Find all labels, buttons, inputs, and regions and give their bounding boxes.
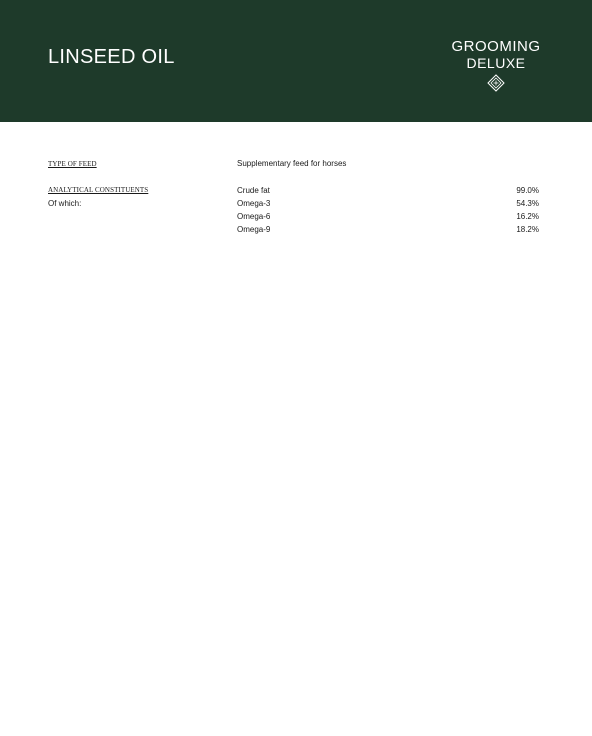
constituent-value: 99.0% (516, 186, 539, 195)
product-title: LINSEED OIL (48, 46, 175, 68)
constituent-value: 54.3% (516, 199, 539, 208)
type-of-feed-label: TYPE OF FEED (48, 160, 97, 168)
brand-name-line1: GROOMING (451, 38, 541, 55)
constituent-value: 16.2% (516, 212, 539, 221)
constituent-name: Omega-9 (237, 225, 271, 234)
brand-logo: GROOMING DELUXE (440, 38, 552, 92)
diamond-monogram-icon (487, 74, 505, 92)
of-which-label: Of which: (48, 199, 82, 208)
analytical-constituents-label: ANALYTICAL CONSTITUENTS (48, 186, 149, 194)
brand-name-line2: DELUXE (466, 55, 526, 71)
constituent-name: Omega-3 (237, 199, 271, 208)
constituent-value: 18.2% (516, 225, 539, 234)
type-of-feed-value: Supplementary feed for horses (237, 159, 347, 168)
constituent-name: Crude fat (237, 186, 270, 195)
header-band: LINSEED OIL GROOMING DELUXE (0, 0, 592, 122)
constituent-name: Omega-6 (237, 212, 271, 221)
